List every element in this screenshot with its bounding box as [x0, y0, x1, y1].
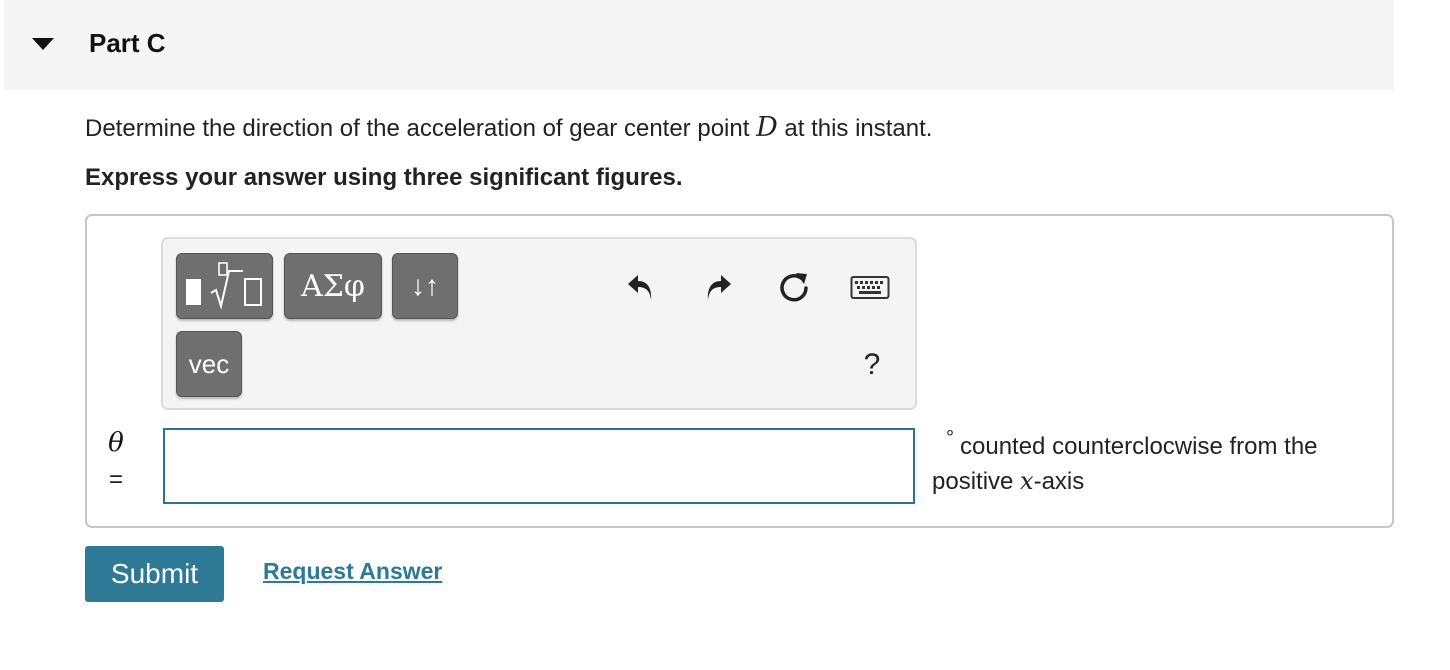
question-text: Determine the direction of the accelerat…	[85, 112, 932, 143]
part-title: Part C	[89, 28, 166, 58]
question-text-after: at this instant.	[777, 115, 933, 142]
reset-icon	[780, 273, 808, 302]
question-math-variable: D	[756, 112, 778, 143]
undo-icon	[628, 275, 652, 300]
templates-icon	[185, 262, 262, 310]
submit-button[interactable]: Submit	[85, 546, 224, 602]
reset-button[interactable]	[774, 267, 814, 307]
part-header: Part C	[4, 0, 1394, 90]
greek-symbols-button[interactable]: ΑΣφ	[284, 253, 382, 319]
instruction-text: Express your answer using three signific…	[85, 164, 683, 191]
keyboard-button[interactable]	[849, 273, 891, 303]
redo-button[interactable]	[698, 267, 738, 307]
unit-description-2: -axis	[1033, 468, 1085, 495]
answer-equals-sign: =	[108, 466, 123, 493]
redo-icon	[707, 275, 731, 300]
vector-button[interactable]: vec	[176, 331, 242, 397]
unit-description-1: counted counterclocwise from the positiv…	[932, 433, 1318, 495]
undo-button[interactable]	[621, 267, 661, 307]
answer-input[interactable]	[163, 428, 915, 504]
answer-unit-text: ° counted counterclocwise from the positi…	[932, 427, 1372, 498]
keyboard-icon	[850, 276, 890, 299]
collapse-caret-icon[interactable]	[32, 38, 54, 50]
degree-symbol: °	[946, 427, 954, 449]
question-text-before: Determine the direction of the accelerat…	[85, 115, 757, 142]
help-button[interactable]: ?	[857, 345, 887, 385]
templates-button[interactable]	[176, 253, 273, 319]
answer-variable-label: θ	[108, 428, 124, 458]
unit-axis-variable: x	[1020, 467, 1034, 495]
subscript-superscript-button[interactable]: ↓↑	[392, 253, 458, 319]
math-toolbar: ΑΣφ ↓↑ vec ?	[161, 237, 917, 410]
request-answer-link[interactable]: Request Answer	[263, 558, 442, 585]
